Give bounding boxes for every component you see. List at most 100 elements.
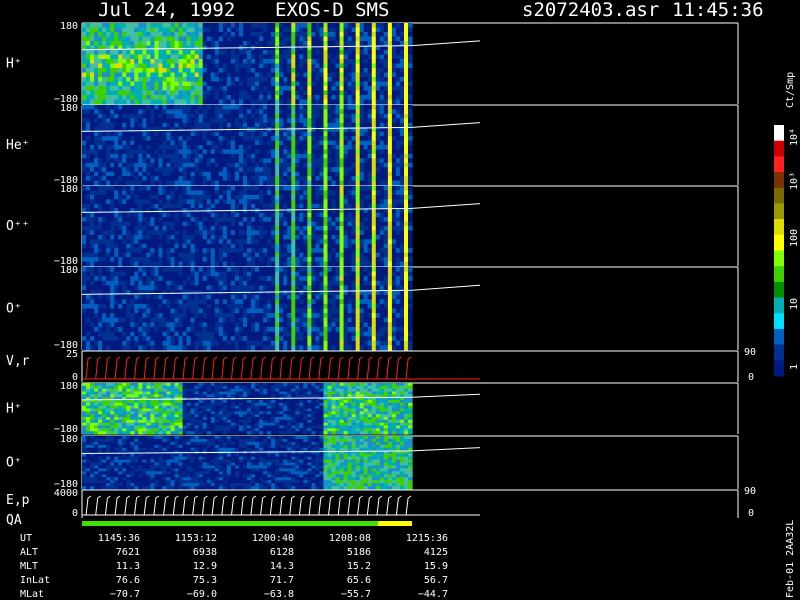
heatmap-cell <box>387 23 393 29</box>
heatmap-cell <box>94 267 99 273</box>
heatmap-cell <box>210 131 216 137</box>
heatmap-cell <box>206 41 212 47</box>
heatmap-cell <box>82 158 87 164</box>
heatmap-cell <box>371 27 377 33</box>
heatmap-cell <box>86 105 91 110</box>
heatmap-cell <box>311 171 316 177</box>
heatmap-cell <box>287 145 292 150</box>
heatmap-cell <box>150 63 155 69</box>
heatmap-cell <box>146 208 151 214</box>
heatmap-cell <box>150 313 155 319</box>
heatmap-cell <box>150 41 155 47</box>
heatmap-cell <box>331 86 337 92</box>
heatmap-cell <box>319 149 324 155</box>
heatmap-cell <box>239 95 244 101</box>
heatmap-cell <box>150 230 155 236</box>
heatmap-cell <box>190 239 196 245</box>
heatmap-cell <box>379 27 385 33</box>
heatmap-cell <box>106 267 111 273</box>
heatmap-cell <box>315 118 320 124</box>
heatmap-cell <box>303 199 308 205</box>
heatmap-cell <box>279 190 284 196</box>
heatmap-cell <box>130 50 135 56</box>
heatmap-cell <box>251 136 256 142</box>
heatmap-cell <box>271 234 276 240</box>
heatmap-cell <box>98 313 103 319</box>
heatmap-cell <box>247 199 252 205</box>
heatmap-cell <box>174 127 180 133</box>
heatmap-cell <box>142 95 147 101</box>
heatmap-cell <box>130 23 135 29</box>
heatmap-cell <box>202 90 208 96</box>
heatmap-cell <box>295 122 300 128</box>
heatmap-cell <box>251 199 256 205</box>
heatmap-cell <box>239 176 244 182</box>
heatmap-cell <box>275 90 280 96</box>
heatmap-cell <box>287 99 292 105</box>
heatmap-cell <box>214 230 220 236</box>
heatmap-cell <box>383 261 389 267</box>
heatmap-cell <box>259 190 264 196</box>
heatmap-cell <box>150 77 155 83</box>
heatmap-cell <box>98 122 103 128</box>
heatmap-cell <box>408 212 413 218</box>
heatmap-cell <box>271 72 276 78</box>
heatmap-cell <box>323 68 329 74</box>
heatmap-cell <box>198 63 204 69</box>
heatmap-cell <box>295 99 300 105</box>
heatmap-cell <box>134 280 139 286</box>
heatmap-cell <box>283 158 288 164</box>
heatmap-cell <box>138 118 143 124</box>
heatmap-cell <box>230 118 236 124</box>
heatmap-cell <box>226 162 232 168</box>
heatmap-cell <box>271 171 276 177</box>
heatmap-cell <box>214 162 220 168</box>
heatmap-cell <box>162 113 168 119</box>
heatmap-cell <box>291 186 296 191</box>
heatmap-cell <box>122 331 127 337</box>
heatmap-cell <box>142 158 147 164</box>
heatmap-cell <box>283 41 288 47</box>
heatmap-cell <box>102 243 107 249</box>
heatmap-cell <box>94 199 99 205</box>
heatmap-cell <box>371 145 377 150</box>
heatmap-cell <box>339 90 345 96</box>
heatmap-cell <box>351 162 357 168</box>
heatmap-cell <box>271 167 276 173</box>
heatmap-cell <box>259 41 264 47</box>
heatmap-cell <box>404 90 409 96</box>
heatmap-cell <box>186 158 192 164</box>
heatmap-cell <box>311 199 316 205</box>
heatmap-cell <box>226 86 232 92</box>
heatmap-cell <box>126 285 131 291</box>
heatmap-cell <box>146 176 151 182</box>
heatmap-cell <box>323 145 329 150</box>
heatmap-cell <box>359 145 365 150</box>
heatmap-cell <box>267 32 272 38</box>
heatmap-cell <box>387 149 393 155</box>
heatmap-cell <box>291 230 296 236</box>
heatmap-cell <box>247 212 252 218</box>
heatmap-cell <box>339 68 345 74</box>
heatmap-cell <box>383 72 389 78</box>
heatmap-cell <box>307 140 312 146</box>
heatmap-cell <box>102 90 107 96</box>
heatmap-cell <box>194 54 200 60</box>
heatmap-cell <box>243 212 248 218</box>
heatmap-cell <box>186 322 192 328</box>
heatmap-cell <box>90 280 95 286</box>
heatmap-cell <box>404 59 409 65</box>
heatmap-cell <box>339 122 345 128</box>
heatmap-cell <box>118 322 123 328</box>
heatmap-cell <box>327 81 333 87</box>
heatmap-cell <box>114 95 119 101</box>
heatmap-cell <box>234 113 240 119</box>
heatmap-cell <box>247 171 252 177</box>
heatmap-cell <box>291 36 296 42</box>
heatmap-cell <box>279 261 284 267</box>
heatmap-cell <box>110 221 115 227</box>
heatmap-cell <box>182 99 188 105</box>
heatmap-cell <box>134 50 139 56</box>
heatmap-cell <box>303 153 308 159</box>
heatmap-cell <box>303 81 308 87</box>
